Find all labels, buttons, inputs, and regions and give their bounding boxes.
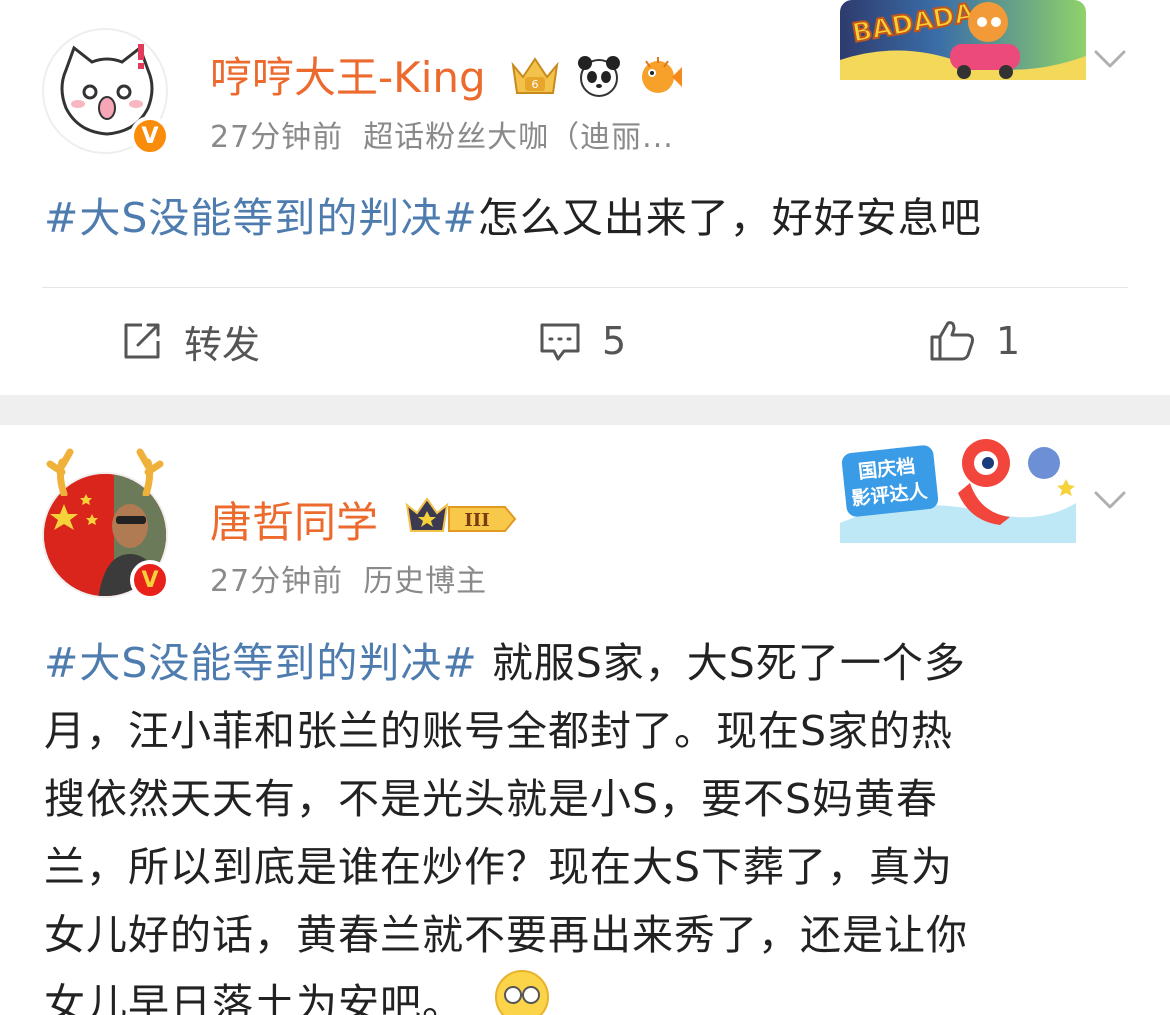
decoration-sticker[interactable]: 国庆档 影评达人: [830, 433, 1080, 543]
post-line: #大S没能等到的判决# 就服S家，大S死了一个多: [44, 629, 1134, 697]
badada-sticker-icon: BADADA: [840, 0, 1086, 80]
rank-badge-text: III: [465, 510, 490, 531]
post-content: #大S没能等到的判决#怎么又出来了，好好安息吧: [44, 184, 1134, 252]
pufferfish-icon: [641, 56, 682, 93]
verified-badge: V: [130, 116, 170, 156]
repost-button[interactable]: 转发: [120, 318, 260, 367]
post-source[interactable]: 超话粉丝大咖（迪丽...: [363, 120, 674, 155]
chevron-down-icon[interactable]: [1090, 38, 1130, 78]
panda-icon: [578, 55, 621, 97]
post-meta: 27分钟前 历史博主: [210, 556, 487, 600]
post-content: #大S没能等到的判决# 就服S家，大S死了一个多 月，汪小菲和张兰的账号全都封了…: [44, 629, 1134, 1015]
decoration-sticker[interactable]: BADADA: [840, 0, 1086, 80]
post-line: 搜依然天天有，不是光头就是小S，要不S妈黄春: [44, 775, 939, 823]
post-line: 女儿好的话，黄春兰就不要再出来秀了，还是让你: [44, 911, 968, 959]
post-separator: [0, 395, 1170, 425]
chevron-down-icon[interactable]: [1090, 479, 1130, 519]
rank-crown-badge-icon: III: [405, 496, 517, 532]
post-time: 27分钟前: [210, 564, 344, 599]
username-label: 唐哲同学: [210, 498, 379, 547]
repost-icon: [124, 323, 160, 359]
username-label: 哼哼大王-King: [210, 53, 486, 102]
topic-link[interactable]: #大S没能等到的判决#: [44, 639, 478, 687]
like-count: 1: [996, 319, 1021, 363]
post-text: 女儿早日落土为安吧。: [44, 980, 464, 1015]
avatar[interactable]: V: [42, 28, 170, 156]
crown-badge-icon: 6: [511, 56, 559, 94]
antlers-icon: [46, 448, 164, 496]
topic-link[interactable]: #大S没能等到的判决#: [44, 194, 478, 242]
post-line: 兰，所以到底是谁在炒作？现在大S下葬了，真为: [44, 843, 954, 891]
feed-post: V 哼哼大王-King 6 27分钟前 超话粉丝大咖（迪丽... BADADA …: [0, 0, 1170, 395]
username[interactable]: 唐哲同学 III: [210, 489, 517, 553]
username[interactable]: 哼哼大王-King 6: [210, 44, 684, 109]
comment-count: 5: [602, 319, 627, 363]
feed-post: V 唐哲同学 III 27分钟前 历史博主 国庆档 影评达人 #大S没能等到的判…: [0, 425, 1170, 1015]
post-text: 就服S家，大S死了一个多: [477, 639, 966, 687]
repost-label: 转发: [184, 322, 261, 367]
verified-badge: V: [130, 560, 170, 600]
post-source[interactable]: 历史博主: [363, 564, 487, 599]
divider: [42, 287, 1128, 288]
like-button[interactable]: 1: [928, 318, 1020, 364]
post-meta: 27分钟前 超话粉丝大咖（迪丽...: [210, 112, 674, 156]
svg-text:6: 6: [532, 78, 539, 91]
post-line: 月，汪小菲和张兰的账号全都封了。现在S家的热: [44, 707, 954, 755]
post-text: 怎么又出来了，好好安息吧: [477, 194, 982, 242]
post-line: 女儿早日落土为安吧。: [44, 969, 1134, 1015]
thumbs-up-icon: [930, 321, 974, 361]
avatar[interactable]: V: [42, 448, 170, 600]
comment-button[interactable]: 5: [538, 318, 626, 364]
movie-reviewer-sticker-icon: 国庆档 影评达人: [830, 433, 1080, 543]
badada-text: BADADA: [850, 0, 977, 49]
comment-icon: [540, 323, 580, 361]
post-time: 27分钟前: [210, 120, 344, 155]
emoji-icon: [495, 970, 549, 1015]
